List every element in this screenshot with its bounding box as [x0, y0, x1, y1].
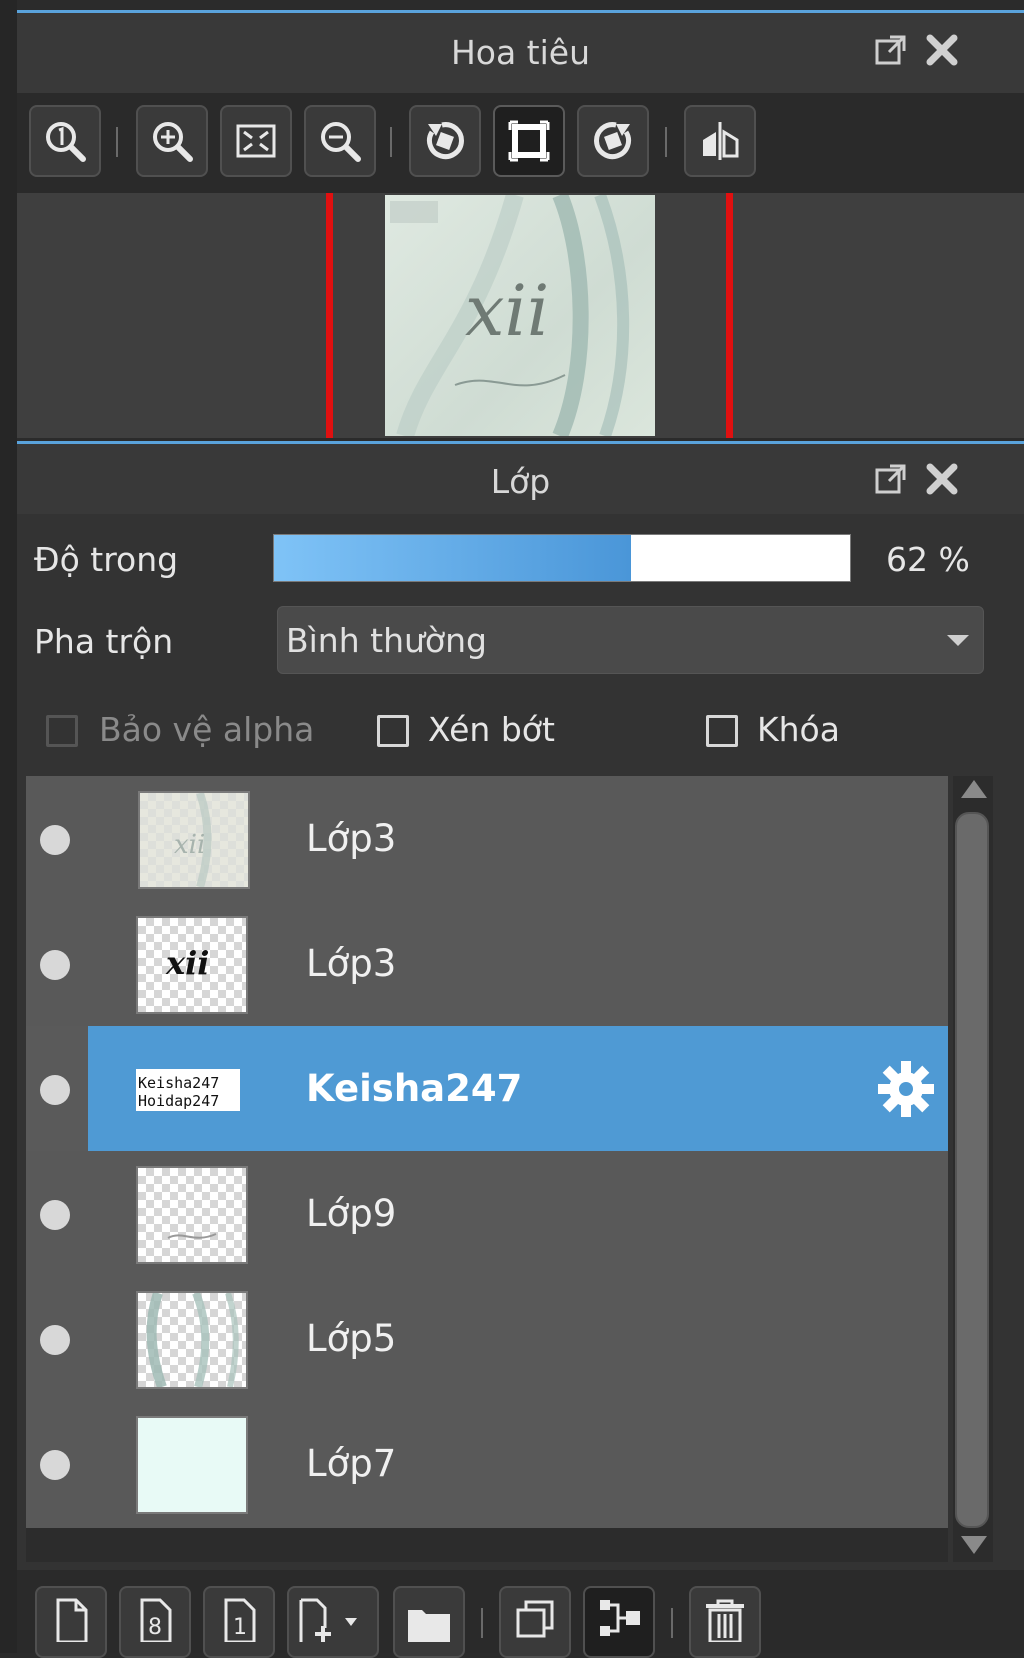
- lock-checkbox[interactable]: [706, 715, 738, 747]
- clipping-label: Xén bớt: [428, 710, 555, 749]
- navigator-toolbar: [17, 93, 1024, 193]
- layer-name: Lớp3: [306, 942, 397, 985]
- add-layer-menu-icon[interactable]: [287, 1586, 379, 1658]
- layer-bottom-toolbar: 8 1: [17, 1570, 1024, 1658]
- layer-row[interactable]: Lớp5: [26, 1276, 948, 1403]
- navigator-panel: Hoa tiêu xii: [17, 10, 1024, 438]
- fit-window-icon[interactable]: [220, 105, 292, 177]
- close-icon[interactable]: [925, 33, 959, 67]
- visibility-toggle[interactable]: [40, 1325, 70, 1355]
- visibility-toggle[interactable]: [40, 950, 70, 980]
- layers-titlebar: Lớp: [17, 444, 1024, 514]
- duplicate-layer-icon[interactable]: [499, 1586, 571, 1658]
- chevron-down-icon: [947, 635, 969, 646]
- opacity-slider-fill: [274, 535, 632, 581]
- scroll-down-icon[interactable]: [961, 1536, 987, 1554]
- visibility-toggle[interactable]: [40, 1200, 70, 1230]
- close-icon[interactable]: [925, 462, 959, 496]
- viewport-right-border: [726, 193, 733, 438]
- layer-name: Lớp5: [306, 1317, 397, 1360]
- thumbnail-text: xii: [465, 270, 549, 352]
- left-dock-strip: [0, 0, 17, 1653]
- toolbar-separator: [481, 1608, 483, 1638]
- rotate-right-icon[interactable]: [577, 105, 649, 177]
- svg-text:Keisha247: Keisha247: [138, 1074, 219, 1092]
- lock-label: Khóa: [757, 710, 840, 749]
- svg-text:xii: xii: [165, 944, 209, 982]
- layer-row[interactable]: Lớp9: [26, 1151, 948, 1278]
- clipping-checkbox[interactable]: [377, 715, 409, 747]
- navigator-title: Hoa tiêu: [450, 33, 591, 72]
- layer-thumbnail: xii: [138, 791, 250, 889]
- new-8bit-layer-icon[interactable]: 8: [119, 1586, 191, 1658]
- blend-mode-select[interactable]: Bình thường: [277, 606, 984, 674]
- layer-row[interactable]: xii Lớp3: [26, 776, 948, 903]
- scroll-up-icon[interactable]: [961, 780, 987, 798]
- flip-horizontal-icon[interactable]: [684, 105, 756, 177]
- toolbar-separator: [671, 1608, 673, 1638]
- layer-list-scrollbar[interactable]: [953, 776, 993, 1562]
- layer-thumbnail: xii: [136, 916, 248, 1014]
- visibility-toggle[interactable]: [40, 825, 70, 855]
- protect-alpha-label: Bảo vệ alpha: [99, 710, 315, 749]
- svg-text:8: 8: [148, 1615, 162, 1640]
- layer-thumbnail: [136, 1166, 248, 1264]
- layer-name: Lớp9: [306, 1192, 397, 1235]
- layer-list: xii Lớp3 xii Lớp3 Keisha247 Hoidap247 Kei…: [26, 776, 948, 1562]
- popout-icon[interactable]: [874, 33, 908, 67]
- layer-name: Keisha247: [306, 1067, 523, 1110]
- layer-row[interactable]: Lớp7: [26, 1401, 948, 1528]
- svg-text:1: 1: [233, 1615, 247, 1640]
- layer-row-selected[interactable]: Keisha247 Hoidap247 Keisha247: [26, 1026, 948, 1153]
- layer-row[interactable]: xii Lớp3: [26, 901, 948, 1028]
- folder-icon[interactable]: [393, 1586, 465, 1658]
- rotate-left-icon[interactable]: [409, 105, 481, 177]
- opacity-label: Độ trong: [34, 540, 179, 579]
- layer-name: Lớp3: [306, 817, 397, 860]
- blend-mode-label: Pha trộn: [34, 622, 174, 661]
- layer-thumbnail: [136, 1416, 248, 1514]
- new-1bit-layer-icon[interactable]: 1: [203, 1586, 275, 1658]
- new-layer-icon[interactable]: [35, 1586, 107, 1658]
- navigator-titlebar: Hoa tiêu: [17, 13, 1024, 93]
- visibility-toggle[interactable]: [40, 1450, 70, 1480]
- toolbar-separator: [390, 127, 392, 157]
- viewport-left-border: [326, 193, 333, 438]
- layer-thumbnail: [136, 1291, 248, 1389]
- protect-alpha-checkbox[interactable]: [46, 715, 78, 747]
- layers-title: Lớp: [490, 462, 551, 501]
- navigator-preview[interactable]: xii: [17, 193, 1024, 438]
- toolbar-separator: [665, 127, 667, 157]
- toolbar-separator: [116, 127, 118, 157]
- opacity-slider[interactable]: [273, 534, 851, 582]
- merge-down-icon[interactable]: [583, 1586, 655, 1658]
- blend-mode-value: Bình thường: [286, 621, 487, 660]
- popout-icon[interactable]: [874, 462, 908, 496]
- svg-text:Hoidap247: Hoidap247: [138, 1092, 219, 1110]
- layer-thumbnail: Keisha247 Hoidap247: [132, 1041, 244, 1139]
- layer-name: Lớp7: [306, 1442, 397, 1485]
- zoom-100-icon[interactable]: [29, 105, 101, 177]
- zoom-out-icon[interactable]: [304, 105, 376, 177]
- zoom-in-icon[interactable]: [136, 105, 208, 177]
- visibility-toggle[interactable]: [40, 1075, 70, 1105]
- delete-layer-icon[interactable]: [689, 1586, 761, 1658]
- opacity-value: 62 %: [886, 540, 970, 579]
- svg-text:xii: xii: [174, 830, 205, 860]
- canvas-thumbnail: xii: [385, 195, 655, 436]
- reset-rotation-icon[interactable]: [493, 105, 565, 177]
- scroll-thumb[interactable]: [955, 812, 989, 1528]
- gear-icon[interactable]: [876, 1059, 936, 1119]
